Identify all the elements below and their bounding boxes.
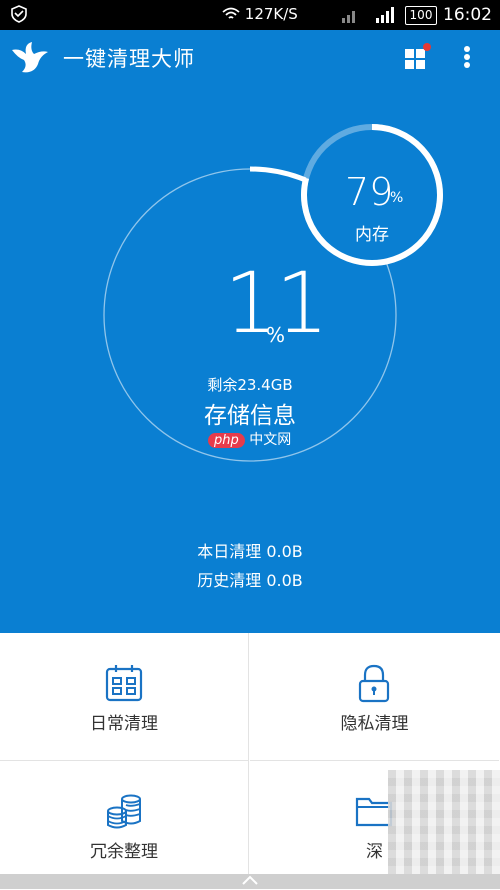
memory-percent: 79 [345, 170, 394, 214]
tile-label: 隐私清理 [340, 714, 409, 734]
network-speed: 127K/S [222, 5, 298, 23]
main-dashboard: 一键清理大师 11 % 剩余23.4GB 存储信息 php 中文网 79 % 内… [0, 30, 500, 633]
wifi-icon [222, 7, 240, 19]
storage-percent-sign: % [266, 323, 286, 347]
today-cleaned: 本日清理 0.0B [197, 542, 303, 561]
memory-percent-sign: % [390, 190, 404, 206]
tile-redundant-clean[interactable]: 冗余整理 [0, 761, 249, 889]
network-speed-text: 127K/S [244, 5, 298, 23]
watermark-site: 中文网 [249, 432, 292, 448]
watermark-php: php [208, 433, 245, 448]
coins-icon [104, 791, 144, 831]
shield-icon [10, 5, 28, 27]
pixelated-overlay [388, 770, 500, 889]
tile-label: 冗余整理 [90, 842, 158, 862]
tile-label: 日常清理 [90, 714, 158, 734]
chevron-up-icon[interactable] [240, 871, 260, 885]
memory-button[interactable]: 内存 [342, 220, 402, 245]
watermark: php 中文网 [208, 429, 291, 449]
clock: 16:02 [443, 5, 492, 25]
storage-remaining: 剩余23.4GB [207, 376, 293, 394]
storage-info-button[interactable]: 存储信息 [150, 396, 350, 430]
status-bar: 127K/S 100 16:02 [0, 0, 500, 30]
tile-daily-clean[interactable]: 日常清理 [0, 633, 249, 761]
history-cleaned: 历史清理 0.0B [197, 571, 303, 590]
battery-indicator: 100 [405, 6, 437, 25]
calendar-icon [104, 663, 144, 703]
signal-icon [340, 6, 395, 28]
tile-privacy-clean[interactable]: 隐私清理 [250, 633, 499, 761]
lock-icon [354, 663, 394, 703]
